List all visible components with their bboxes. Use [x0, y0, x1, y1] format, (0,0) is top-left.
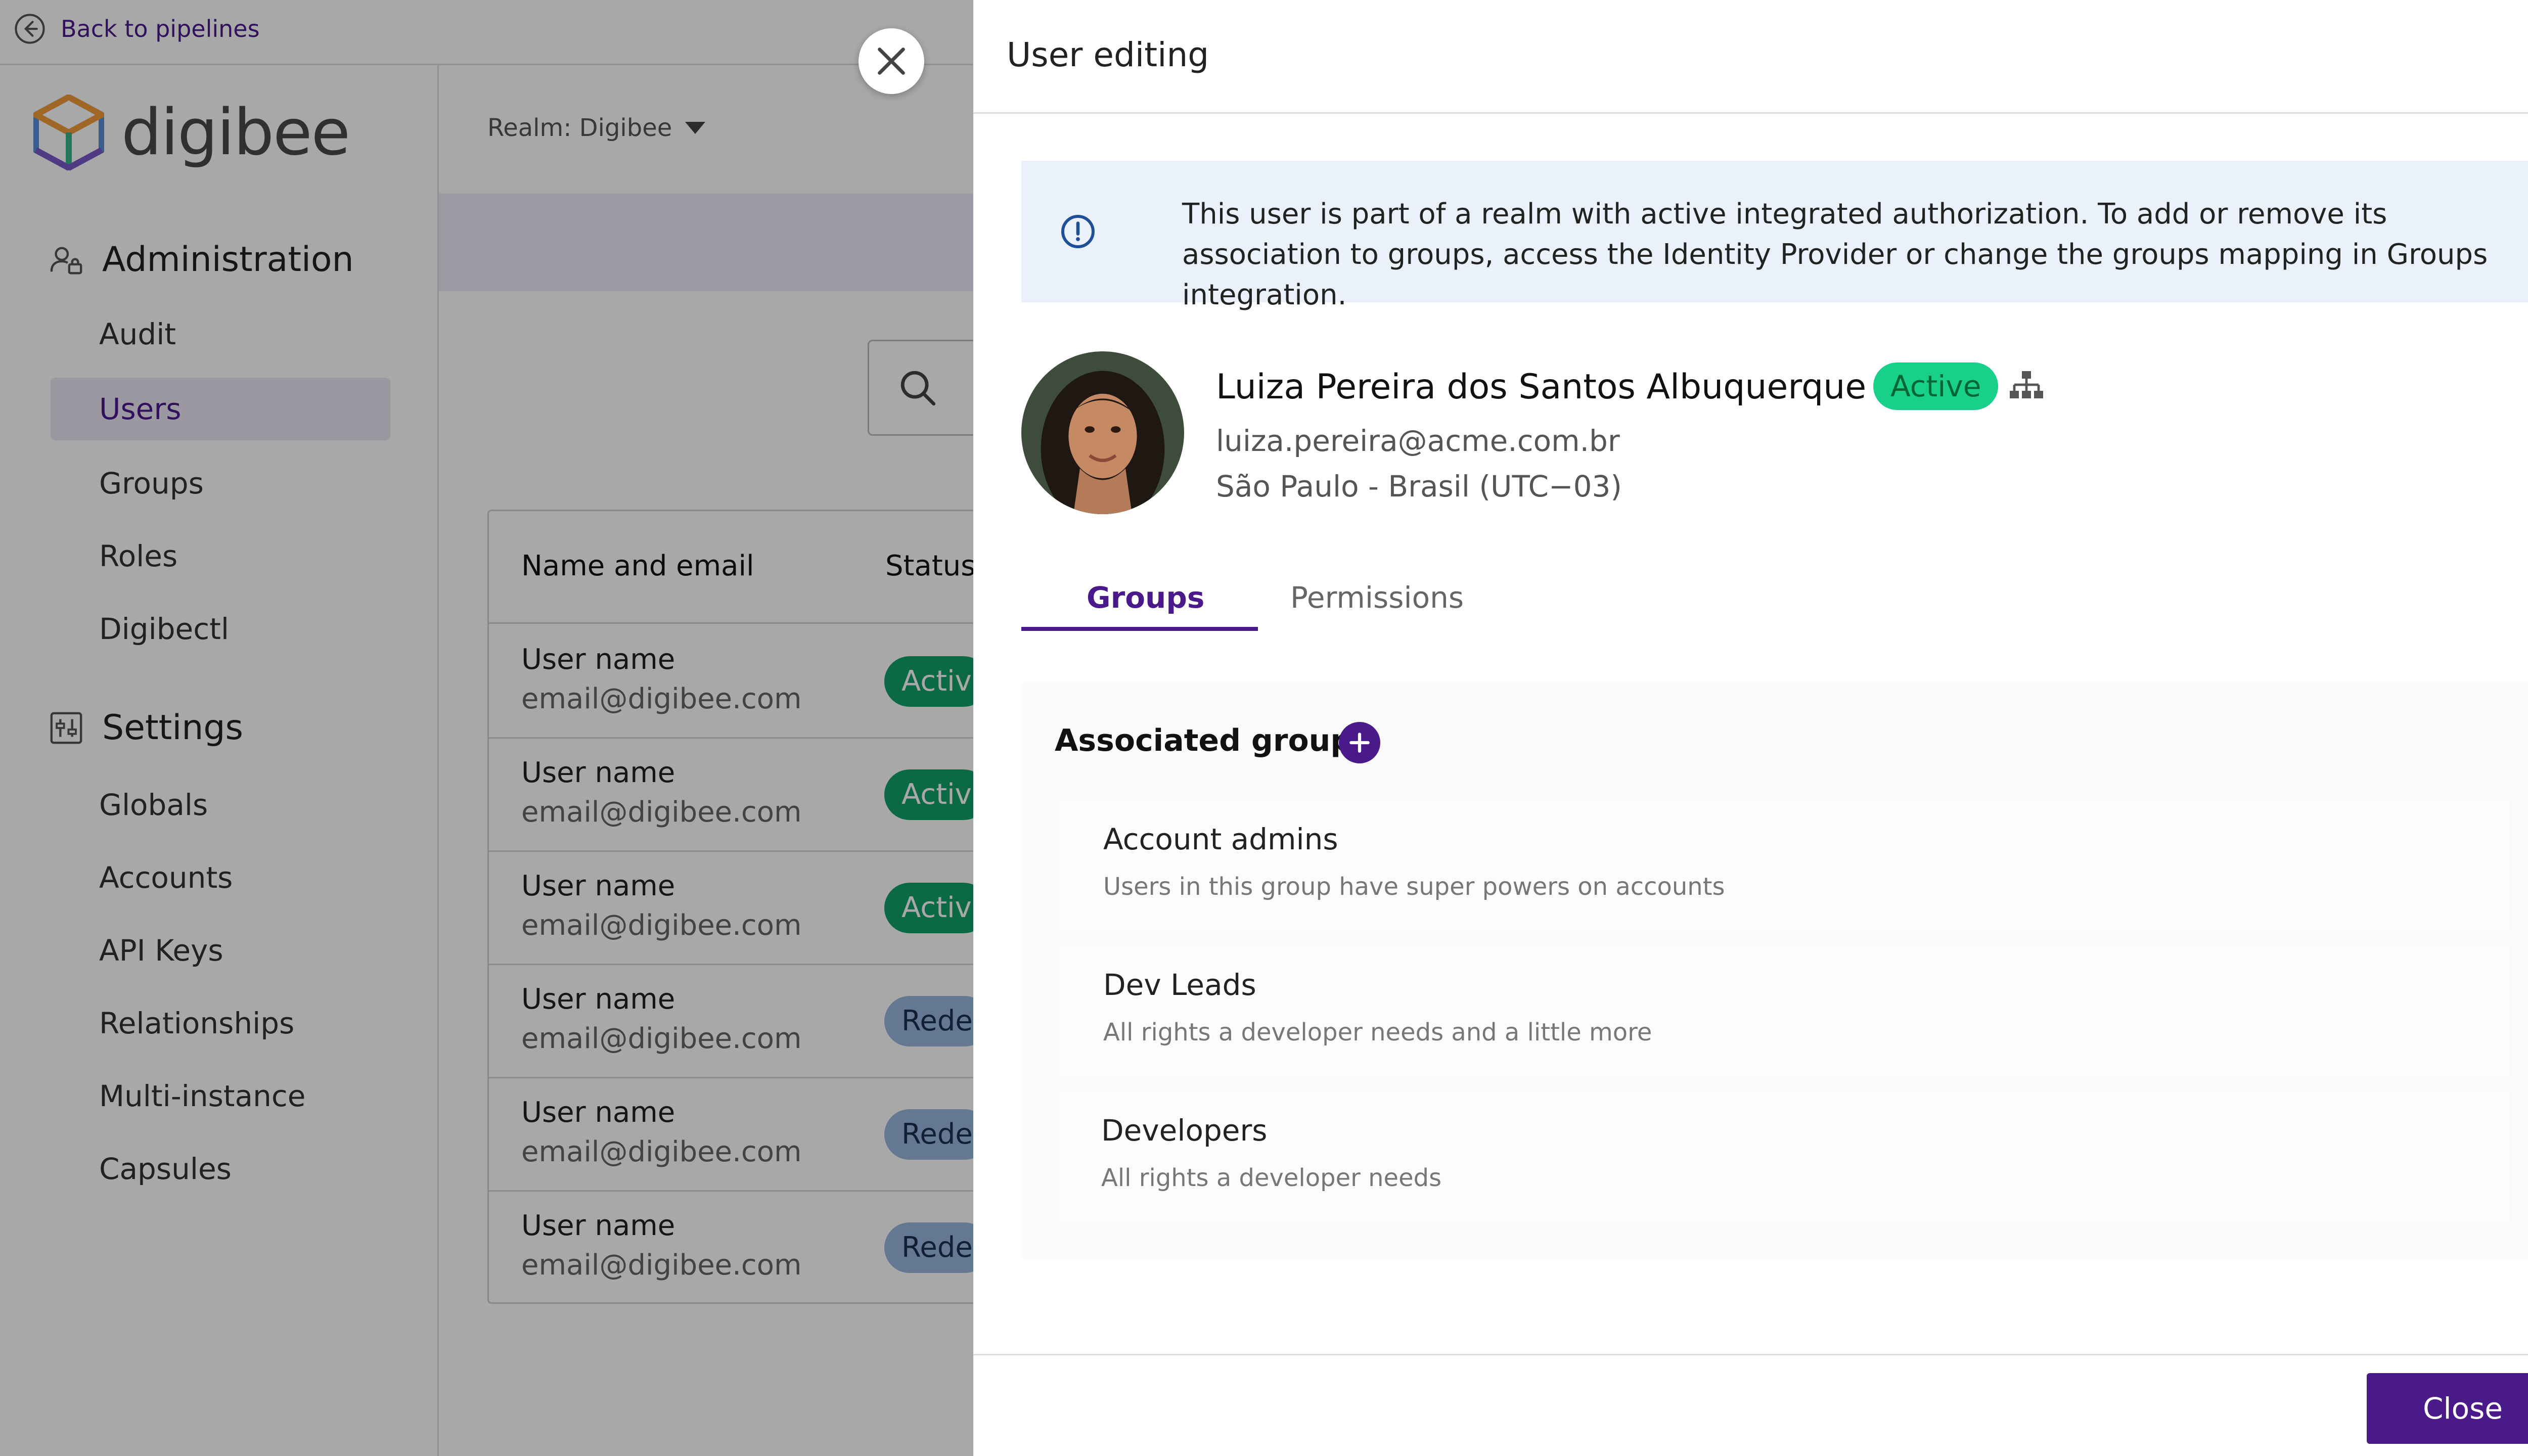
user-editing-drawer: User editing This user is part of a real…: [973, 0, 2528, 1456]
group-item[interactable]: Dev Leads All rights a developer needs a…: [1057, 943, 2510, 1076]
info-icon: [1061, 215, 1095, 248]
group-name: Account admins: [1103, 822, 1338, 856]
plus-icon: [1349, 733, 1370, 753]
group-description: All rights a developer needs and a littl…: [1103, 1018, 1652, 1046]
hierarchy-icon[interactable]: [2010, 371, 2043, 401]
tab-groups[interactable]: Groups: [1087, 580, 1204, 615]
group-item[interactable]: Account admins Users in this group have …: [1057, 798, 2510, 930]
close-button[interactable]: Close: [2367, 1373, 2528, 1444]
avatar: [1021, 351, 1184, 514]
user-email: luiza.pereira@acme.com.br: [1216, 424, 1620, 458]
info-message: This user is part of a realm with active…: [1182, 198, 2488, 311]
close-icon: [878, 48, 905, 75]
info-alert: This user is part of a realm with active…: [1021, 161, 2528, 311]
close-drawer-button[interactable]: [859, 28, 924, 94]
user-location: São Paulo - Brasil (UTC−03): [1216, 469, 1622, 504]
drawer-header: User editing: [973, 0, 2528, 114]
associated-groups-panel: Associated groups Account admins Users i…: [1021, 681, 2528, 1260]
user-full-name: Luiza Pereira dos Santos Albuquerque: [1216, 367, 1867, 407]
drawer-title: User editing: [1007, 35, 1209, 74]
group-description: All rights a developer needs: [1101, 1164, 1442, 1192]
tab-permissions[interactable]: Permissions: [1290, 580, 1464, 615]
associated-groups-title: Associated groups: [1055, 723, 1371, 758]
group-name: Developers: [1101, 1113, 1268, 1148]
modal-backdrop[interactable]: [0, 0, 973, 1456]
group-item[interactable]: Developers All rights a developer needs: [1057, 1089, 2510, 1221]
group-name: Dev Leads: [1103, 968, 1256, 1002]
active-tab-indicator: [1021, 627, 1258, 631]
drawer-footer-divider: [973, 1354, 2528, 1355]
user-status-badge: Active: [1873, 362, 1999, 410]
add-group-button[interactable]: [1339, 722, 1380, 763]
group-description: Users in this group have super powers on…: [1103, 873, 1725, 901]
app-root: Back to pipelines digibee Administration…: [0, 0, 2528, 1456]
